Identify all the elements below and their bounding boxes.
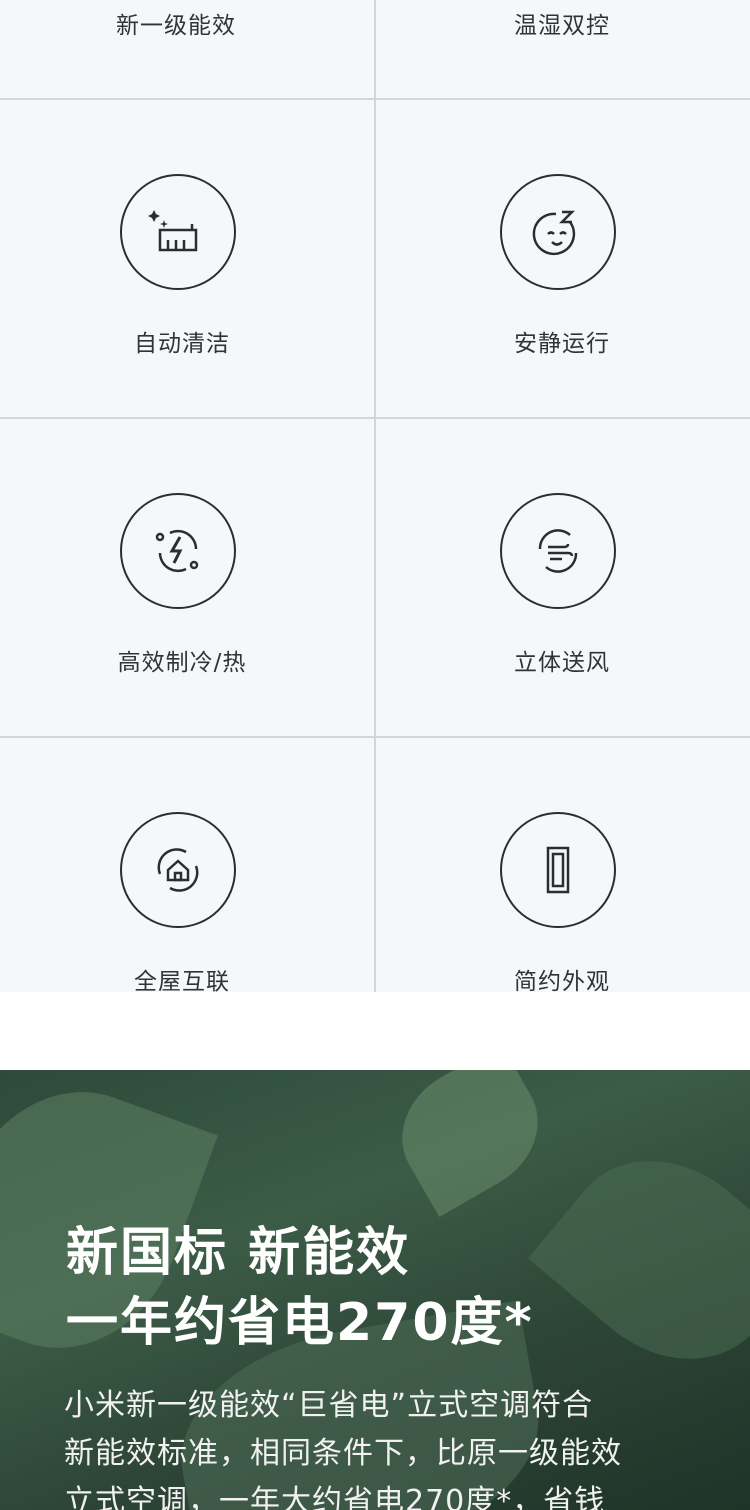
feature-label: 新一级能效 [116, 13, 236, 39]
feature-label: 安静运行 [514, 331, 610, 357]
power-cycle-icon [120, 493, 236, 609]
feature-cell-cooling: 高效制冷/热 [0, 493, 374, 693]
body-line: 立式空调，一年大约省电270度*，省钱 [64, 1484, 606, 1510]
feature-grid: 新一级能效 温湿双控 自动清洁 安静运行 高效制冷/热 立体送风 全屋互联 简约… [0, 0, 750, 995]
body-line: 新能效标准，相同条件下，比原一级能效 [64, 1436, 622, 1471]
grid-divider [0, 98, 750, 100]
feature-label: 自动清洁 [134, 331, 230, 357]
energy-banner: 新国标 新能效 一年约省电270度* 小米新一级能效“巨省电”立式空调符合 新能… [0, 1070, 750, 1510]
feature-cell-design: 简约外观 [376, 812, 750, 995]
broom-cleaning-icon [120, 174, 236, 290]
feature-cell-energy: 新一级能效 [0, 0, 374, 98]
section-spacer [0, 992, 750, 1070]
feature-cell-connect: 全屋互联 [0, 812, 374, 995]
headline-1: 新国标 新能效 [66, 1223, 411, 1283]
feature-label: 简约外观 [514, 969, 610, 995]
sleeping-face-icon [500, 174, 616, 290]
feature-label: 全屋互联 [134, 969, 230, 995]
feature-label: 高效制冷/热 [117, 650, 247, 676]
leaf-decoration [379, 1070, 561, 1217]
feature-label: 温湿双控 [514, 13, 610, 39]
tower-unit-icon [500, 812, 616, 928]
body-line: 小米新一级能效“巨省电”立式空调符合 [64, 1388, 594, 1423]
feature-cell-quiet: 安静运行 [376, 174, 750, 374]
leaf-decoration [527, 1120, 750, 1400]
home-link-icon [120, 812, 236, 928]
feature-cell-airflow: 立体送风 [376, 493, 750, 693]
airflow-icon [500, 493, 616, 609]
feature-cell-clean: 自动清洁 [0, 174, 374, 374]
feature-label: 立体送风 [514, 650, 610, 676]
feature-cell-humidity: 温湿双控 [376, 0, 750, 98]
grid-divider [0, 736, 750, 738]
grid-divider [0, 417, 750, 419]
headline-2: 一年约省电270度* [66, 1293, 534, 1353]
